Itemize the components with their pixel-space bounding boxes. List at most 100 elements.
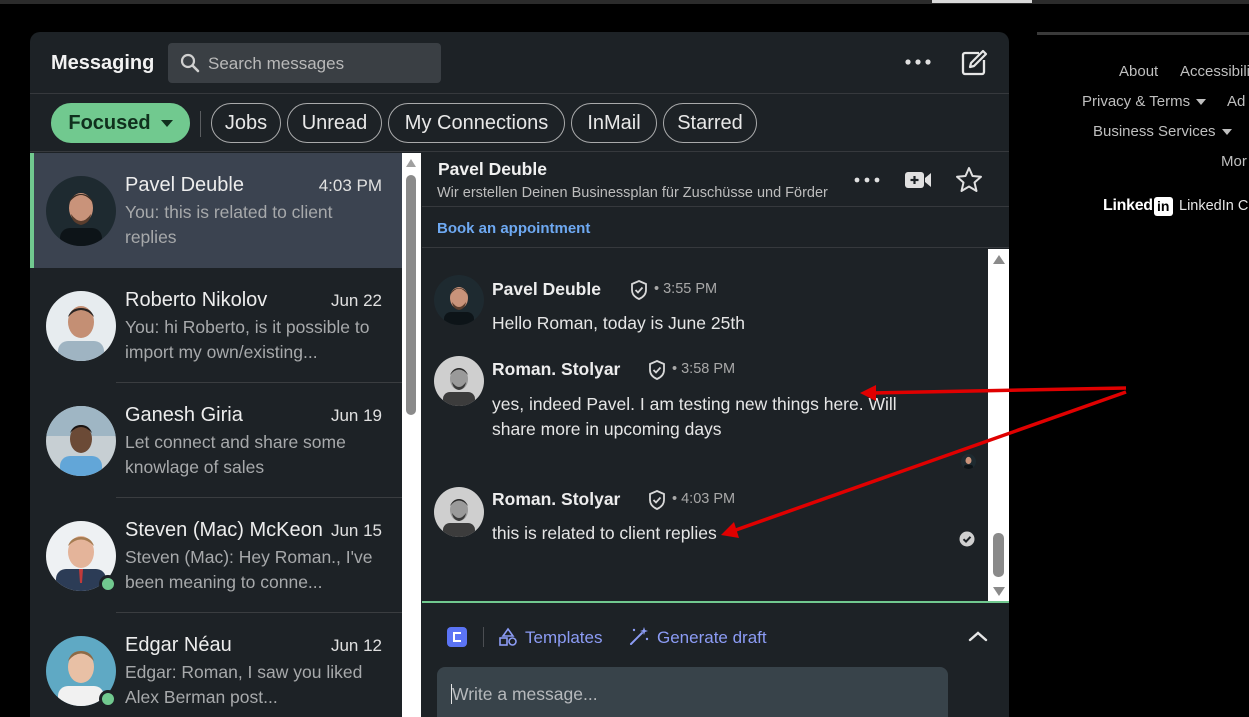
- message-sender-name[interactable]: Roman. Stolyar: [492, 359, 620, 380]
- message-input-placeholder: Write a message...: [452, 684, 598, 704]
- search-input[interactable]: Search messages: [168, 43, 441, 83]
- more-options-icon[interactable]: [903, 50, 933, 74]
- conversation-preview: You: hi Roberto, is it possible to impor…: [125, 317, 370, 362]
- scroll-down-arrow-icon[interactable]: [993, 587, 1005, 596]
- footer-link-business-services[interactable]: Business Services: [1093, 123, 1232, 140]
- search-placeholder: Search messages: [208, 54, 345, 73]
- browser-top-edge: [0, 0, 1249, 4]
- conversation-name: Pavel Deuble: [125, 174, 244, 196]
- message-body: yes, indeed Pavel. I am testing new thin…: [492, 394, 897, 439]
- message-timestamp: • 3:55 PM: [654, 281, 718, 297]
- footer-link-accessibility[interactable]: Accessibili: [1180, 63, 1249, 80]
- thread-contact-name[interactable]: Pavel Deuble: [438, 159, 547, 180]
- conversation-date: Jun 12: [330, 636, 382, 655]
- filter-unread-label: Unread: [301, 111, 368, 134]
- conversation-name: Ganesh Giria: [125, 404, 243, 426]
- linkedin-logo: Linked in: [1103, 196, 1173, 216]
- avatar: [46, 406, 116, 476]
- conversation-list-scrollbar[interactable]: [402, 153, 421, 717]
- conversation-date: Jun 19: [330, 406, 382, 425]
- footer-link-privacy-terms[interactable]: Privacy & Terms: [1082, 93, 1207, 110]
- templates-icon[interactable]: [498, 627, 518, 647]
- active-indicator: [30, 153, 34, 268]
- message-input[interactable]: Write a message...: [437, 667, 948, 717]
- filter-bar: Focused Jobs Unread My Connections InMai…: [30, 94, 1009, 152]
- message-body: this is related to client replies: [492, 523, 717, 543]
- message-sender-name[interactable]: Roman. Stolyar: [492, 489, 620, 510]
- conversation-item[interactable]: Edgar Néau Jun 12 Edgar: Roman, I saw yo…: [30, 613, 402, 717]
- thread-header: Pavel Deuble Wir erstellen Deinen Busine…: [422, 153, 1009, 207]
- footer-link-ad[interactable]: Ad: [1227, 93, 1245, 110]
- chevron-down-icon: [160, 119, 173, 127]
- message-body: Hello Roman, today is June 25th: [492, 313, 745, 333]
- compose-icon[interactable]: [959, 48, 989, 78]
- text-cursor: [451, 684, 452, 704]
- message-list: Pavel Deuble • 3:55 PM Hello Roman, toda…: [422, 249, 988, 601]
- linkedin-logo-word: Linked: [1103, 197, 1153, 214]
- filter-starred[interactable]: Starred: [663, 103, 757, 143]
- messaging-panel: Messaging Search messages Focused Jobs U…: [30, 32, 1009, 717]
- star-icon[interactable]: [954, 165, 984, 195]
- conversation-list: Pavel Deuble 4:03 PM You: this is relate…: [30, 153, 402, 717]
- conversation-name: Roberto Nikolov: [125, 289, 268, 311]
- conversation-name: Edgar Néau: [125, 634, 232, 656]
- footer-link-more[interactable]: Mor: [1221, 153, 1247, 170]
- divider: [483, 627, 484, 647]
- book-appointment-bar: Book an appointment: [422, 208, 1009, 248]
- verified-shield-icon: [649, 490, 665, 510]
- scroll-up-arrow-icon[interactable]: [406, 159, 416, 167]
- conversation-item[interactable]: Steven (Mac) McKeon Jun 15 Steven (Mac):…: [30, 498, 402, 613]
- scrollbar-thumb[interactable]: [993, 533, 1004, 577]
- thread-scrollbar[interactable]: [988, 249, 1009, 601]
- conversation-date: Jun 22: [330, 291, 382, 310]
- scroll-up-arrow-icon[interactable]: [993, 255, 1005, 264]
- filter-jobs[interactable]: Jobs: [211, 103, 281, 143]
- read-receipt-avatar: [961, 454, 976, 469]
- online-status-indicator: [99, 690, 117, 708]
- video-call-icon[interactable]: [903, 167, 933, 193]
- avatar: [46, 176, 116, 246]
- conversation-name: Steven (Mac) McKeon: [125, 519, 323, 541]
- chevron-down-icon: [1221, 129, 1232, 136]
- templates-button[interactable]: Templates: [525, 628, 602, 648]
- message-composer: Templates Generate draft Write a message…: [422, 601, 1009, 717]
- footer-links-pane: About Accessibili Privacy & Terms Ad Bus…: [1037, 32, 1249, 717]
- avatar: [434, 487, 484, 537]
- active-tab-indicator: [932, 0, 1032, 3]
- footer-link-about[interactable]: About: [1119, 63, 1158, 80]
- conversation-date: Jun 15: [330, 521, 382, 540]
- conversation-item[interactable]: Pavel Deuble 4:03 PM You: this is relate…: [30, 153, 402, 268]
- magic-wand-icon[interactable]: [628, 625, 650, 647]
- conversation-preview: Steven (Mac): Hey Roman., I've been mean…: [125, 547, 373, 592]
- filter-unread[interactable]: Unread: [287, 103, 382, 143]
- more-options-icon[interactable]: [852, 169, 882, 191]
- search-icon: [180, 53, 200, 73]
- message-sender-name[interactable]: Pavel Deuble: [492, 279, 601, 300]
- generate-draft-button[interactable]: Generate draft: [657, 628, 767, 648]
- chevron-down-icon: [1196, 99, 1207, 106]
- app-extension-icon[interactable]: [447, 627, 467, 647]
- filter-focused-label: Focused: [68, 111, 151, 134]
- filter-focused[interactable]: Focused: [51, 103, 190, 143]
- sent-check-icon: [959, 531, 975, 547]
- filter-starred-label: Starred: [677, 111, 743, 134]
- verified-shield-icon: [649, 360, 665, 380]
- book-appointment-link[interactable]: Book an appointment: [437, 220, 590, 237]
- filter-inmail-label: InMail: [587, 111, 641, 134]
- scrollbar-thumb[interactable]: [406, 175, 416, 415]
- conversation-date: 4:03 PM: [318, 176, 382, 195]
- conversation-preview: Let connect and share some knowlage of s…: [125, 432, 346, 477]
- conversation-item[interactable]: Roberto Nikolov Jun 22 You: hi Roberto, …: [30, 268, 402, 383]
- thread-contact-headline: Wir erstellen Deinen Businessplan für Zu…: [437, 185, 828, 201]
- footer-link-business-label: Business Services: [1093, 123, 1216, 140]
- linkedin-logo-box: in: [1153, 196, 1173, 216]
- online-status-indicator: [99, 575, 117, 593]
- conversation-item[interactable]: Ganesh Giria Jun 19 Let connect and shar…: [30, 383, 402, 498]
- filter-my-connections[interactable]: My Connections: [388, 103, 565, 143]
- chevron-up-icon[interactable]: [967, 629, 989, 643]
- avatar: [46, 291, 116, 361]
- filter-inmail[interactable]: InMail: [571, 103, 657, 143]
- avatar: [434, 356, 484, 406]
- filter-my-connections-label: My Connections: [404, 111, 549, 134]
- filter-divider: [200, 111, 201, 137]
